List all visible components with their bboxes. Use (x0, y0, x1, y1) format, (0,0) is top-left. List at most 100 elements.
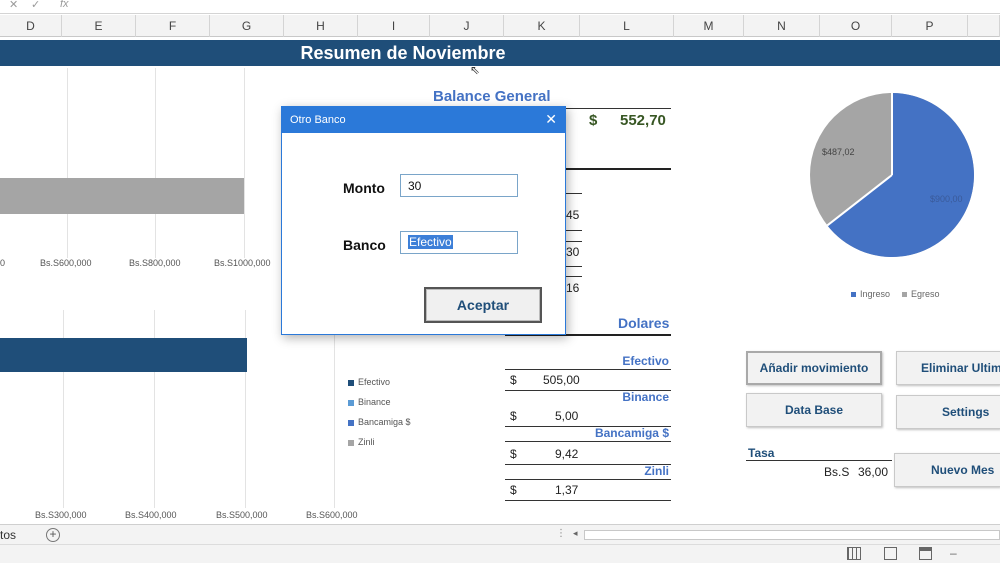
divider (560, 168, 671, 170)
dolares-label-bancamiga: Bancamiga $ (594, 426, 669, 440)
divider (505, 500, 671, 501)
gridline (334, 310, 335, 508)
banco-input[interactable]: Efectivo (400, 231, 518, 254)
column-header-j[interactable]: J (430, 15, 504, 37)
tasa-value: 36,00 (858, 465, 889, 479)
legend-item-zinli: Zinli (348, 437, 375, 447)
axis-tick-label: Bs.S300,000 (35, 510, 87, 520)
banco-input-value: Efectivo (408, 235, 453, 249)
legend-swatch (902, 292, 907, 298)
zoom-out-icon[interactable]: – (950, 546, 957, 560)
column-header-q[interactable] (968, 15, 1000, 37)
dolares-currency: $ (510, 409, 517, 423)
add-movement-button[interactable]: Añadir movimiento (746, 351, 882, 385)
tasa-label: Tasa (748, 446, 775, 460)
legend-label: Zinli (358, 437, 375, 447)
new-month-button[interactable]: Nuevo Mes (894, 453, 1000, 487)
column-header-e[interactable]: E (62, 15, 136, 37)
divider (505, 369, 671, 370)
page-break-icon[interactable] (919, 547, 932, 560)
balance-currency: $ (589, 112, 598, 129)
pie-legend-egreso: Egreso (902, 289, 940, 299)
fx-icon[interactable]: fx (60, 0, 69, 10)
divider (746, 460, 892, 461)
delete-last-button[interactable]: Eliminar Ultim (896, 351, 1000, 385)
legend-item-bancamiga: Bancamiga $ (348, 417, 411, 427)
close-icon[interactable]: ✕ (545, 111, 557, 128)
close-icon[interactable]: ✕ (9, 0, 18, 11)
dialog-titlebar[interactable]: Otro Banco ✕ (282, 107, 565, 133)
dialog-title: Otro Banco (290, 114, 346, 126)
dolares-label-efectivo: Efectivo (622, 354, 669, 368)
column-header-n[interactable]: N (744, 15, 820, 37)
gridline (244, 68, 245, 258)
dolares-value-efectivo: 505,00 (543, 373, 580, 387)
axis-tick-label: Bs.S800,000 (129, 258, 181, 268)
settings-button[interactable]: Settings (896, 395, 1000, 429)
dolares-value-binance: 5,00 (555, 409, 579, 423)
column-header-k[interactable]: K (504, 15, 580, 37)
pie-data-label: $487,02 (822, 147, 855, 157)
chart-bar-gray (0, 178, 244, 214)
divider (505, 441, 671, 442)
pie-data-label: $900,00 (930, 194, 963, 204)
pie-chart: $487,02 $900,00 (810, 93, 974, 257)
mouse-cursor-icon: ⇖ (470, 63, 481, 77)
legend-swatch (348, 419, 354, 426)
column-header-m[interactable]: M (674, 15, 744, 37)
status-bar: – (0, 544, 1000, 563)
horizontal-scrollbar[interactable] (584, 530, 1000, 540)
axis-tick-label: Bs.S1000,000 (214, 258, 271, 268)
title-band: Resumen de Noviembre (0, 40, 1000, 66)
legend-swatch (348, 399, 354, 406)
database-button[interactable]: Data Base (746, 393, 882, 427)
check-icon[interactable]: ✓ (31, 0, 40, 11)
page-layout-icon[interactable] (884, 547, 897, 560)
add-sheet-icon[interactable]: + (46, 528, 60, 542)
formula-bar: ✕ ✓ fx (0, 0, 1000, 14)
axis-tick-label: Bs.S500,000 (216, 510, 268, 520)
sheet-tab-bar: tos + ⋮ ◂ (0, 524, 1000, 544)
gridline (155, 68, 156, 258)
chart-bar-navy (0, 338, 247, 372)
dolares-currency: $ (510, 483, 517, 497)
normal-view-icon[interactable] (847, 547, 861, 560)
balance-partial: 16 (566, 281, 580, 295)
dolares-label-zinli: Zinli (644, 464, 669, 478)
monto-input[interactable] (400, 174, 518, 197)
column-header-p[interactable]: P (892, 15, 968, 37)
legend-label: Egreso (911, 289, 940, 299)
balance-partial: 45 (566, 208, 580, 222)
divider (505, 479, 671, 480)
dolares-value-zinli: 1,37 (555, 483, 579, 497)
column-header-o[interactable]: O (820, 15, 892, 37)
dolares-heading: Dolares (618, 315, 670, 331)
banco-label: Banco (343, 237, 386, 253)
legend-label: Ingreso (860, 289, 891, 299)
legend-label: Efectivo (358, 377, 391, 387)
accept-button[interactable]: Aceptar (424, 287, 542, 323)
sheet-tab[interactable]: tos (0, 528, 16, 542)
column-header-l[interactable]: L (580, 15, 674, 37)
axis-tick-label: Bs.S400,000 (125, 510, 177, 520)
column-header-row: D E F G H I J K L M N O P (0, 15, 1000, 37)
otro-banco-dialog: Otro Banco ✕ Monto Banco Efectivo Acepta… (281, 106, 566, 335)
tasa-currency: Bs.S (824, 465, 850, 479)
dolares-currency: $ (510, 447, 517, 461)
tab-split-handle-icon[interactable]: ⋮ (556, 528, 566, 539)
column-header-i[interactable]: I (358, 15, 430, 37)
legend-item-efectivo: Efectivo (348, 377, 390, 387)
axis-tick-label: 0 (0, 258, 6, 268)
monto-label: Monto (343, 180, 385, 196)
balance-heading: Balance General (433, 88, 551, 105)
divider (560, 108, 671, 109)
scroll-left-icon[interactable]: ◂ (573, 528, 578, 539)
column-header-g[interactable]: G (210, 15, 284, 37)
legend-swatch (851, 292, 856, 298)
column-header-d[interactable]: D (0, 15, 62, 37)
dolares-currency: $ (510, 373, 517, 387)
column-header-f[interactable]: F (136, 15, 210, 37)
column-header-h[interactable]: H (284, 15, 358, 37)
dolares-value-bancamiga: 9,42 (555, 447, 579, 461)
pie-legend-ingreso: Ingreso (851, 289, 890, 299)
